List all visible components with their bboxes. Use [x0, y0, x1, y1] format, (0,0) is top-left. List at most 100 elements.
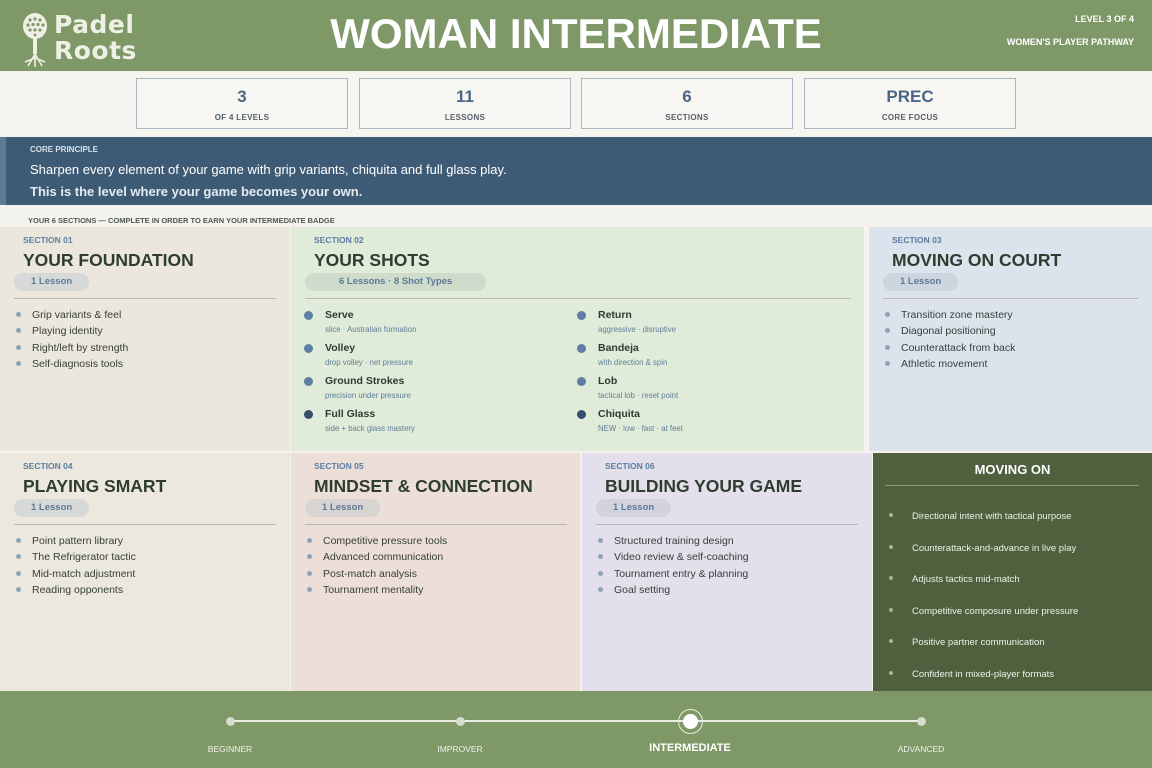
list-item: Grip variants & feel — [16, 307, 128, 323]
level-tag: LEVEL 3 OF 4 — [1075, 14, 1134, 24]
divider — [596, 524, 858, 525]
stat-sections: 6 SECTIONS — [581, 78, 793, 129]
section-title: MINDSET & CONNECTION — [314, 476, 533, 496]
shot-name: Ground Strokes — [325, 375, 405, 387]
core-principle-label: CORE PRINCIPLE — [30, 145, 99, 154]
shot-note: precision under pressure — [325, 391, 411, 400]
bullet-dot — [304, 410, 313, 419]
section-title: YOUR FOUNDATION — [23, 250, 194, 270]
lesson-count-badge: 6 Lessons · 8 Shot Types — [305, 273, 487, 291]
list-item: Post-match analysis — [307, 566, 447, 582]
divider — [883, 298, 1138, 299]
section-card-moving-on-court[interactable]: SECTION 03 MOVING ON COURT 1 Lesson Tran… — [869, 227, 1152, 451]
lesson-count-badge: 1 Lesson — [14, 273, 90, 291]
bullet-dot — [304, 311, 313, 320]
pathway-progress: BEGINNER IMPROVER INTERMEDIATE ADVANCED — [0, 691, 1152, 768]
header-bar: Padel Roots WOMAN INTERMEDIATE LEVEL 3 O… — [0, 0, 1152, 71]
divider — [14, 524, 276, 525]
stat-label: OF 4 LEVELS — [214, 113, 270, 122]
shot-name: Full Glass — [325, 408, 376, 420]
stat-label: SECTIONS — [665, 113, 709, 122]
shot-name: Chiquita — [598, 408, 640, 420]
section-title: PLAYING SMART — [23, 476, 167, 496]
section-card-mindset-connection[interactable]: SECTION 05 MINDSET & CONNECTION 1 Lesson… — [291, 453, 580, 691]
stage-dot-beginner[interactable] — [226, 717, 235, 726]
section-topics: Structured training design Video review … — [598, 533, 749, 598]
section-number: SECTION 06 — [605, 461, 655, 471]
list-item: Diagonal positioning — [885, 323, 1015, 339]
section-title: MOVING ON COURT — [892, 250, 1062, 270]
lesson-count-badge: 1 Lesson — [883, 273, 959, 291]
stage-label-beginner: BEGINNER — [207, 744, 253, 754]
shot-note: tactical lob · reset point — [598, 391, 679, 400]
bullet-dot — [577, 410, 586, 419]
list-item: Reading opponents — [16, 582, 136, 598]
stage-dot-advanced[interactable] — [917, 717, 926, 726]
core-principle-emphasis: This is the level where your game become… — [30, 184, 363, 199]
list-item: Athletic movement — [885, 356, 1015, 372]
stage-dot-improver[interactable] — [456, 717, 465, 726]
page-title: WOMAN INTERMEDIATE — [330, 10, 822, 57]
stat-value: 11 — [456, 87, 474, 106]
lesson-count-badge: 1 Lesson — [596, 499, 672, 517]
list-item: Adjusts tactics mid-match — [889, 568, 1078, 600]
stat-levels: 3 OF 4 LEVELS — [136, 78, 348, 129]
bullet-dot — [304, 344, 313, 353]
stage-dot-intermediate[interactable] — [683, 714, 698, 729]
divider — [305, 524, 567, 525]
lesson-count-badge: 1 Lesson — [305, 499, 381, 517]
stat-value: 6 — [682, 87, 692, 106]
section-card-foundation[interactable]: SECTION 01 YOUR FOUNDATION 1 Lesson Grip… — [0, 227, 290, 451]
bullet-dot — [304, 377, 313, 386]
list-item: Confident in mixed-player formats — [889, 663, 1078, 695]
divider — [305, 298, 851, 299]
shot-name: Return — [598, 309, 632, 321]
section-topics: Point pattern library The Refrigerator t… — [16, 533, 136, 598]
section-number: SECTION 04 — [23, 461, 73, 471]
shot-note: with direction & spin — [598, 358, 668, 367]
core-principle-text: Sharpen every element of your game with … — [30, 162, 507, 177]
core-principle-banner: CORE PRINCIPLE Sharpen every element of … — [0, 137, 1152, 205]
section-number: SECTION 05 — [314, 461, 364, 471]
bullet-dot — [577, 344, 586, 353]
stat-label: CORE FOCUS — [881, 113, 939, 122]
shot-note: drop volley · net pressure — [325, 358, 413, 367]
shot-name: Serve — [325, 309, 354, 321]
moving-on-title: MOVING ON — [974, 462, 1051, 477]
section-number: SECTION 03 — [892, 235, 942, 245]
list-item: The Refrigerator tactic — [16, 549, 136, 565]
moving-on-panel: MOVING ON Directional intent with tactic… — [873, 453, 1152, 691]
list-item: Mid-match adjustment — [16, 566, 136, 582]
section-card-building-your-game[interactable]: SECTION 06 BUILDING YOUR GAME 1 Lesson S… — [582, 453, 872, 691]
section-title: YOUR SHOTS — [314, 250, 430, 270]
stat-value: 3 — [237, 87, 247, 106]
section-number: SECTION 02 — [314, 235, 364, 245]
list-item: Point pattern library — [16, 533, 136, 549]
stats-row: 3 OF 4 LEVELS 11 LESSONS 6 SECTIONS PREC… — [0, 71, 1152, 136]
sections-intro: YOUR 6 SECTIONS — COMPLETE IN ORDER TO E… — [28, 216, 335, 225]
stage-label-improver: IMPROVER — [437, 744, 483, 754]
shot-name: Lob — [598, 375, 618, 387]
bullet-dot — [577, 377, 586, 386]
list-item: Competitive pressure tools — [307, 533, 447, 549]
section-card-playing-smart[interactable]: SECTION 04 PLAYING SMART 1 Lesson Point … — [0, 453, 290, 691]
stat-core-focus: PREC CORE FOCUS — [804, 78, 1016, 129]
divider — [14, 298, 276, 299]
list-item: Right/left by strength — [16, 340, 128, 356]
section-topics: Grip variants & feel Playing identity Ri… — [16, 307, 128, 372]
list-item: Counterattack-and-advance in live play — [889, 537, 1078, 569]
list-item: Tournament entry & planning — [598, 566, 749, 582]
section-card-shots[interactable]: SECTION 02 YOUR SHOTS 6 Lessons · 8 Shot… — [291, 227, 864, 451]
moving-on-criteria: Directional intent with tactical purpose… — [889, 505, 1078, 695]
divider — [885, 485, 1139, 486]
pathway-tag: WOMEN'S PLAYER PATHWAY — [1006, 37, 1134, 47]
list-item: Playing identity — [16, 323, 128, 339]
list-item: Self-diagnosis tools — [16, 356, 128, 372]
shot-note: side + back glass mastery — [325, 424, 415, 433]
list-item: Counterattack from back — [885, 340, 1015, 356]
progress-track — [230, 720, 921, 722]
section-number: SECTION 01 — [23, 235, 73, 245]
list-item: Transition zone mastery — [885, 307, 1015, 323]
stage-label-intermediate: INTERMEDIATE — [649, 742, 731, 754]
list-item: Video review & self-coaching — [598, 549, 749, 565]
